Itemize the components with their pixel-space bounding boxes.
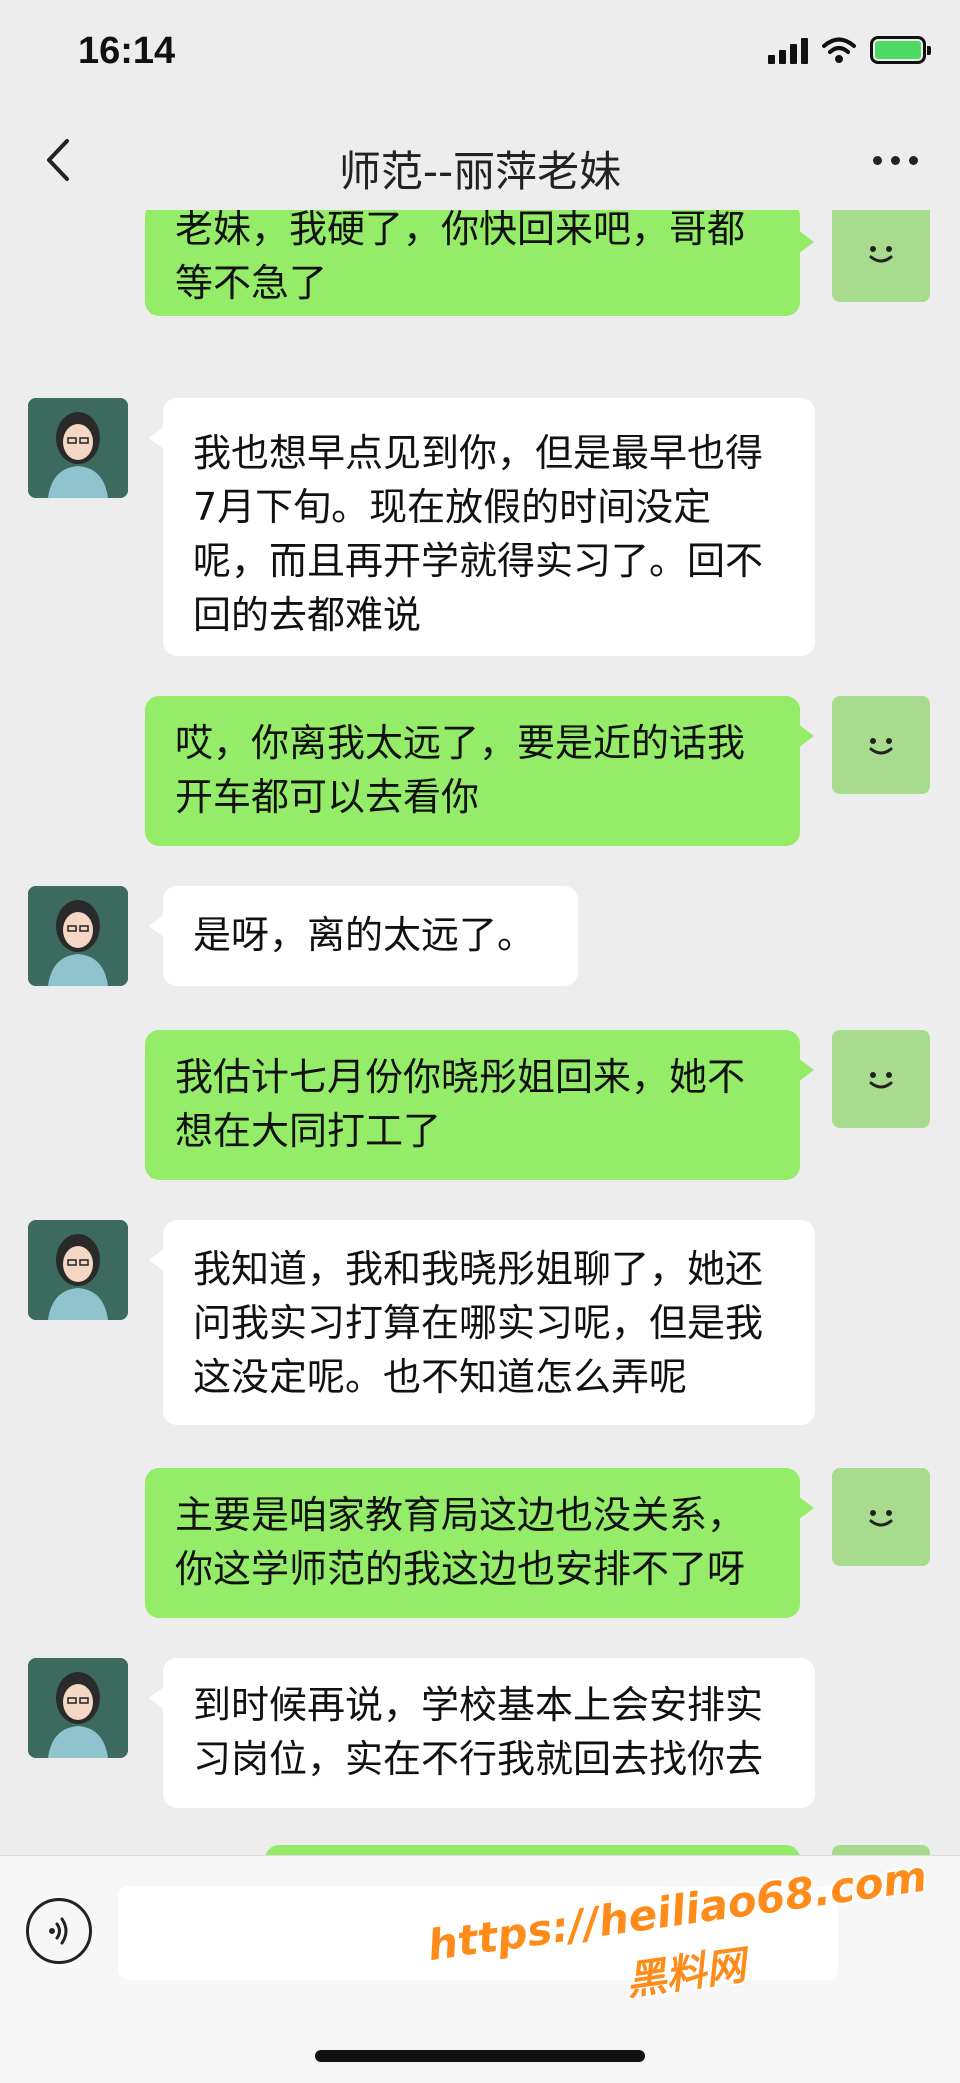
input-bar: https://heiliao68.com 黑料网 xyxy=(0,1852,960,2083)
voice-button[interactable] xyxy=(26,1898,92,1964)
chat-header: 师范--丽萍老妹 xyxy=(0,110,960,210)
outgoing-bubble[interactable]: 我估计七月份你晓彤姐回来，她不想在大同打工了 xyxy=(145,1030,814,1180)
self-avatar[interactable] xyxy=(832,210,930,302)
battery-charging-icon xyxy=(870,36,931,64)
home-indicator[interactable] xyxy=(315,2050,645,2062)
outgoing-bubble[interactable]: 老妹，我硬了，你快回来吧，哥都等不急了 xyxy=(145,210,814,316)
incoming-bubble[interactable]: 我知道，我和我晓彤姐聊了，她还问我实习打算在哪实习呢，但是我这没定呢。也不知道怎… xyxy=(149,1220,815,1425)
chat-message-list[interactable]: 老妹，我硬了，你快回来吧，哥都等不急了 我也想早点见到你，但是最早也得7月下旬。… xyxy=(0,210,960,1855)
outgoing-bubble[interactable]: 主要是咱家教育局这边也没关系，你这学师范的我这边也安排不了呀 xyxy=(145,1468,814,1618)
self-avatar[interactable] xyxy=(832,1468,930,1566)
teacher-avatar-icon xyxy=(28,398,128,498)
status-bar: 16:14 xyxy=(0,0,960,110)
status-icons xyxy=(768,36,931,64)
contact-avatar[interactable] xyxy=(28,398,128,498)
contact-avatar[interactable] xyxy=(28,1220,128,1320)
watermark: https://heiliao68.com 黑料网 xyxy=(425,1852,939,2034)
outgoing-bubble-partial[interactable] xyxy=(265,1845,800,1855)
teacher-avatar-icon xyxy=(28,1220,128,1320)
incoming-bubble[interactable]: 到时候再说，学校基本上会安排实习岗位，实在不行我就回去找你去 xyxy=(149,1658,815,1808)
smile-icon xyxy=(869,1072,893,1089)
smile-icon xyxy=(869,738,893,755)
teacher-avatar-icon xyxy=(28,1658,128,1758)
wifi-icon xyxy=(822,37,856,63)
smile-icon xyxy=(869,1510,893,1527)
signal-icon xyxy=(768,36,808,64)
more-button[interactable] xyxy=(860,132,930,188)
self-avatar[interactable] xyxy=(832,1030,930,1128)
voice-icon xyxy=(49,1917,68,1945)
teacher-avatar-icon xyxy=(28,886,128,986)
chat-title: 师范--丽萍老妹 xyxy=(338,147,622,196)
status-time: 16:14 xyxy=(78,30,176,72)
self-avatar[interactable] xyxy=(832,696,930,794)
incoming-bubble[interactable]: 我也想早点见到你，但是最早也得7月下旬。现在放假的时间没定呢，而且再开学就得实习… xyxy=(149,398,815,656)
incoming-bubble[interactable]: 是呀，离的太远了。 xyxy=(149,886,578,986)
contact-avatar[interactable] xyxy=(28,886,128,986)
outgoing-bubble[interactable]: 哎，你离我太远了，要是近的话我开车都可以去看你 xyxy=(145,696,814,846)
contact-avatar[interactable] xyxy=(28,1658,128,1758)
smile-icon xyxy=(869,246,893,263)
more-dots-icon xyxy=(872,155,882,165)
